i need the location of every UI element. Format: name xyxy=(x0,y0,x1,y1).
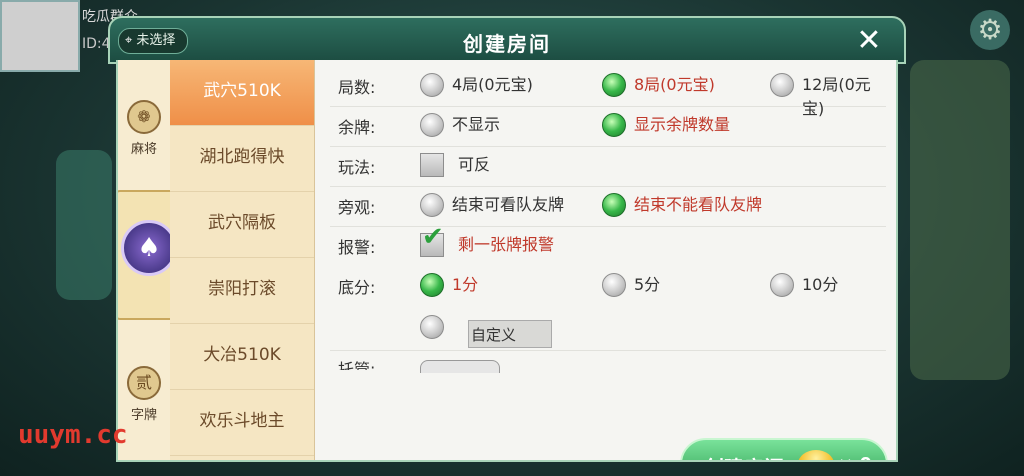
option-row-play: 玩法: 可反 xyxy=(330,146,886,187)
radio-text: 10分 xyxy=(802,275,839,294)
options-panel: 局数: 4局(0元宝) 8局(0元宝) 12局(0元宝) 余牌: 不显示 显示余… xyxy=(330,60,896,460)
option-row-rounds: 局数: 4局(0元宝) 8局(0元宝) 12局(0元宝) xyxy=(330,66,886,118)
game-list: 武穴510K 湖北跑得快 武穴隔板 崇阳打滚 大冶510K 欢乐斗地主 xyxy=(170,60,315,460)
radio-selected-icon xyxy=(420,273,444,297)
divider xyxy=(330,350,886,351)
game-tab-wuxue-geban[interactable]: 武穴隔板 xyxy=(170,192,314,258)
radio-icon xyxy=(420,315,444,339)
create-room-dialog: ⌖ 未选择 创建房间 ✕ ❁ 麻将 ♠ 贰 字牌 武穴510K 湖北跑得快 武穴隔… xyxy=(108,16,906,466)
dialog-title: 创建房间 xyxy=(463,32,551,56)
radio-icon xyxy=(602,273,626,297)
checkbox-text: 剩一张牌报警 xyxy=(458,235,555,254)
radio-rounds-4[interactable]: 4局(0元宝) xyxy=(420,73,533,97)
bg-game-card-2 xyxy=(910,60,1010,380)
game-tab-daye510k[interactable]: 大冶510K xyxy=(170,324,314,390)
spade-poker-icon: ♠ xyxy=(121,220,177,276)
radio-icon xyxy=(770,273,794,297)
game-tab-huanle-doudizhu[interactable]: 欢乐斗地主 xyxy=(170,390,314,456)
radio-icon xyxy=(420,193,444,217)
radio-text: 5分 xyxy=(634,275,661,294)
option-label: 余牌: xyxy=(338,118,376,137)
ingot-cost: × 0 xyxy=(838,454,872,460)
category-column: ❁ 麻将 ♠ 贰 字牌 xyxy=(118,60,184,460)
radio-text: 4局(0元宝) xyxy=(452,75,533,94)
radio-text: 1分 xyxy=(452,275,479,294)
radio-rounds-12[interactable]: 12局(0元宝) xyxy=(770,73,886,118)
radio-selected-icon xyxy=(602,113,626,137)
game-tab-hubei-paodekuai[interactable]: 湖北跑得快 xyxy=(170,126,314,192)
zipai-er-icon: 贰 xyxy=(127,366,161,400)
radio-spectate-denied[interactable]: 结束不能看队友牌 xyxy=(602,193,762,217)
avatar[interactable] xyxy=(0,0,80,72)
game-tab-wuxue510k[interactable]: 武穴510K xyxy=(170,60,314,126)
category-label: 字牌 xyxy=(130,408,157,423)
radio-selected-icon xyxy=(602,193,626,217)
partial-option-button[interactable] xyxy=(420,360,500,373)
radio-icon xyxy=(420,73,444,97)
dialog-body: ❁ 麻将 ♠ 贰 字牌 武穴510K 湖北跑得快 武穴隔板 崇阳打滚 大冶510… xyxy=(116,60,898,462)
bg-game-card-1 xyxy=(56,150,112,300)
radio-text: 显示余牌数量 xyxy=(634,115,731,134)
radio-selected-icon xyxy=(602,73,626,97)
checkbox-kefan[interactable]: 可反 xyxy=(420,153,490,177)
option-label: 局数: xyxy=(338,78,376,97)
radio-base-custom[interactable] xyxy=(420,315,452,339)
dialog-header: ⌖ 未选择 创建房间 ✕ xyxy=(108,16,906,64)
radio-hide-remaining[interactable]: 不显示 xyxy=(420,113,500,137)
option-row-spectate: 旁观: 结束可看队友牌 结束不能看队友牌 xyxy=(330,186,886,227)
option-row-remaining: 余牌: 不显示 显示余牌数量 xyxy=(330,106,886,147)
checkbox-one-card-alert[interactable]: ✔ 剩一张牌报警 xyxy=(420,224,555,257)
checkbox-icon xyxy=(420,153,444,177)
radio-text: 不显示 xyxy=(452,115,501,134)
radio-text: 结束可看队友牌 xyxy=(452,195,565,214)
radio-show-remaining[interactable]: 显示余牌数量 xyxy=(602,113,730,137)
close-icon[interactable]: ✕ xyxy=(854,26,884,56)
radio-spectate-allowed[interactable]: 结束可看队友牌 xyxy=(420,193,564,217)
radio-rounds-8[interactable]: 8局(0元宝) xyxy=(602,73,715,97)
option-label-partial: 托管: xyxy=(338,360,376,370)
game-tab-chongyang-dagun[interactable]: 崇阳打滚 xyxy=(170,258,314,324)
radio-base-1[interactable]: 1分 xyxy=(420,273,478,297)
create-room-label: 创建房间 xyxy=(704,452,784,460)
radio-base-5[interactable]: 5分 xyxy=(602,273,660,297)
custom-base-field[interactable]: 自定义 xyxy=(468,320,552,348)
radio-base-10[interactable]: 10分 xyxy=(770,273,838,297)
option-row-alert: 报警: ✔ 剩一张牌报警 xyxy=(330,224,886,266)
category-mahjong[interactable]: ❁ 麻将 xyxy=(118,100,170,157)
watermark-text: uuym.cc xyxy=(18,420,128,450)
option-label: 底分: xyxy=(338,278,376,297)
category-zipai[interactable]: 贰 字牌 xyxy=(118,366,170,423)
radio-icon xyxy=(420,113,444,137)
user-id: ID:4 xyxy=(82,36,111,52)
gear-icon[interactable]: ⚙ xyxy=(970,10,1010,50)
gold-ingot-icon xyxy=(798,450,834,460)
radio-icon xyxy=(770,73,794,97)
option-label: 旁观: xyxy=(338,198,376,217)
checkmark-icon: ✔ xyxy=(422,222,444,252)
radio-text: 结束不能看队友牌 xyxy=(634,195,763,214)
create-room-button[interactable]: 创建房间 × 0 xyxy=(680,438,888,460)
category-label: 麻将 xyxy=(130,142,157,157)
checkbox-text: 可反 xyxy=(458,155,491,174)
option-label: 报警: xyxy=(338,238,376,257)
option-label: 玩法: xyxy=(338,158,376,177)
radio-text: 8局(0元宝) xyxy=(634,75,715,94)
option-row-base: 底分: 1分 5分 10分 xyxy=(330,266,886,306)
mahjong-tile-icon: ❁ xyxy=(127,100,161,134)
